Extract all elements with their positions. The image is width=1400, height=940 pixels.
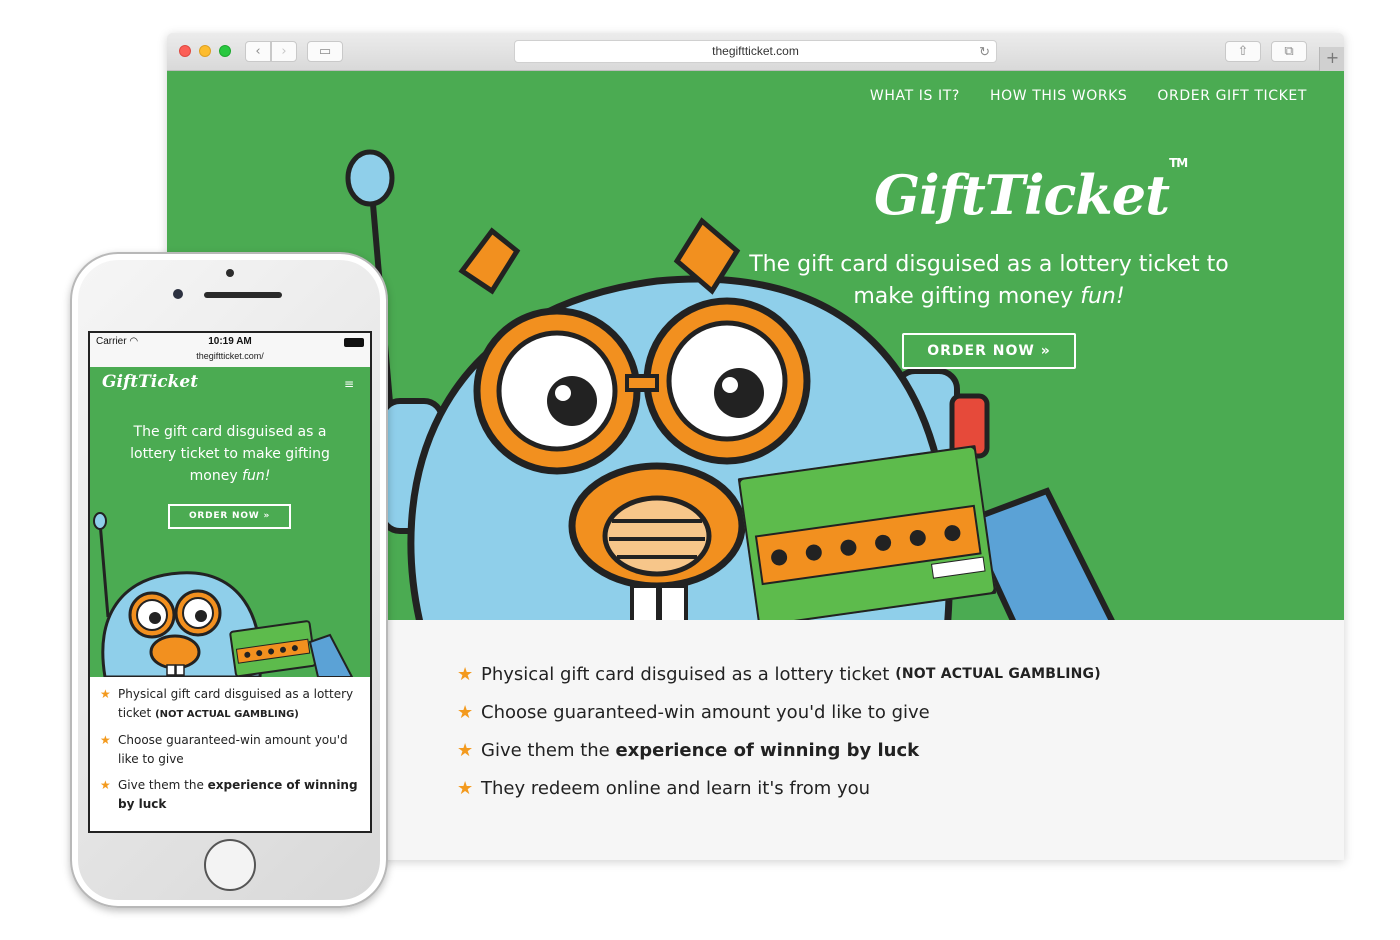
star-icon: ★	[457, 663, 474, 685]
zoom-window-button[interactable]	[219, 45, 231, 57]
hamburger-menu-icon[interactable]: ≡	[344, 377, 354, 391]
mobile-feature-disclaimer: (NOT ACTUAL GAMBLING)	[155, 709, 299, 720]
brand-logo: GiftTicketTM	[874, 156, 1188, 227]
home-button[interactable]	[204, 839, 256, 891]
phone-screen: Carrier ◠ 10:19 AM thegiftticket.com/ Gi…	[88, 331, 372, 833]
feature-item: ★ Physical gift card disguised as a lott…	[457, 655, 1101, 693]
sensor-dot	[226, 269, 234, 277]
tabs-icon: ⧉	[1284, 44, 1294, 59]
star-icon: ★	[100, 733, 111, 747]
mobile-robot-illustration	[93, 512, 354, 677]
tagline-emphasis: fun!	[1080, 284, 1125, 309]
mobile-feature-text: Choose guaranteed-win amount you'd like …	[118, 733, 348, 766]
sidebar-icon: ▭	[318, 44, 332, 59]
nav-how-this-works[interactable]: HOW THIS WORKS	[990, 88, 1127, 104]
earpiece-speaker	[204, 292, 282, 298]
feature-text: Choose guaranteed-win amount you'd like …	[481, 701, 930, 723]
top-navigation: WHAT IS IT? HOW THIS WORKS ORDER GIFT TI…	[870, 88, 1307, 104]
share-button[interactable]: ⇧	[1225, 41, 1261, 62]
forward-button[interactable]: ›	[271, 41, 297, 62]
chevron-left-icon: ‹	[255, 44, 261, 59]
url-text: thegiftticket.com	[712, 44, 799, 58]
feature-item: ★ Give them the experience of winning by…	[457, 731, 1101, 769]
feature-text-lead: Give them the	[481, 739, 616, 761]
nav-what-is-it[interactable]: WHAT IS IT?	[870, 88, 960, 104]
status-bar: Carrier ◠ 10:19 AM thegiftticket.com/	[90, 333, 370, 367]
feature-text: They redeem online and learn it's from y…	[481, 777, 871, 799]
mobile-feature-text: Give them the experience of winning by l…	[118, 776, 360, 814]
mobile-feature-item: ★ Give them the experience of winning by…	[100, 776, 360, 814]
minimize-window-button[interactable]	[199, 45, 211, 57]
mobile-feature-item: ★ Choose guaranteed-win amount you'd lik…	[100, 731, 360, 769]
share-icon: ⇧	[1237, 44, 1249, 59]
sidebar-toggle-button[interactable]: ▭	[307, 41, 343, 62]
mobile-tagline-line1: The gift card disguised as a	[133, 424, 327, 440]
new-tab-button[interactable]: +	[1319, 47, 1344, 71]
status-time: 10:19 AM	[208, 336, 252, 347]
plus-icon: +	[1325, 48, 1340, 67]
mobile-tagline: The gift card disguised as a lottery tic…	[90, 421, 370, 487]
tagline-text: The gift card disguised as a lottery tic…	[749, 252, 1229, 309]
mobile-feature-text: Physical gift card disguised as a lotter…	[118, 685, 360, 724]
browser-toolbar: ‹ › ▭ thegiftticket.com ↻ ⇧ ⧉ +	[167, 33, 1344, 71]
feature-list: ★ Physical gift card disguised as a lott…	[457, 655, 1101, 807]
mobile-tagline-line3: money	[189, 468, 243, 484]
back-button[interactable]: ‹	[245, 41, 271, 62]
battery-icon	[344, 338, 364, 347]
mobile-tagline-line2: lottery ticket to make gifting	[130, 446, 330, 462]
star-icon: ★	[457, 777, 474, 799]
order-now-button[interactable]: ORDER NOW »	[902, 333, 1076, 369]
mobile-hero: GiftTicket ≡ The gift card disguised as …	[90, 367, 370, 677]
feature-item: ★ They redeem online and learn it's from…	[457, 769, 1101, 807]
mobile-url[interactable]: thegiftticket.com/	[90, 351, 370, 361]
mobile-feature-item: ★ Physical gift card disguised as a lott…	[100, 685, 360, 724]
tab-overview-button[interactable]: ⧉	[1271, 41, 1307, 62]
mobile-feature-text-lead: Give them the	[118, 778, 208, 792]
reload-icon[interactable]: ↻	[979, 41, 990, 62]
hero-tagline: The gift card disguised as a lottery tic…	[729, 249, 1249, 313]
star-icon: ★	[100, 687, 111, 701]
feature-text: Give them the experience of winning by l…	[481, 740, 919, 761]
brand-name: GiftTicket	[874, 163, 1170, 227]
star-icon: ★	[457, 739, 474, 761]
star-icon: ★	[100, 778, 111, 792]
chevron-right-icon: ›	[281, 44, 287, 59]
address-bar[interactable]: thegiftticket.com ↻	[514, 40, 997, 63]
trademark-mark: TM	[1169, 156, 1188, 170]
front-camera	[173, 289, 183, 299]
phone-device: Carrier ◠ 10:19 AM thegiftticket.com/ Gi…	[70, 252, 388, 908]
mobile-feature-list: ★ Physical gift card disguised as a lott…	[100, 685, 360, 821]
feature-text: Physical gift card disguised as a lotter…	[481, 663, 890, 685]
mobile-brand-logo[interactable]: GiftTicket	[102, 372, 198, 392]
mobile-tagline-emphasis: fun!	[242, 468, 271, 484]
close-window-button[interactable]	[179, 45, 191, 57]
feature-text-bold: experience of winning by luck	[615, 739, 920, 761]
nav-order-gift-ticket[interactable]: ORDER GIFT TICKET	[1157, 88, 1307, 104]
feature-item: ★ Choose guaranteed-win amount you'd lik…	[457, 693, 1101, 731]
star-icon: ★	[457, 701, 474, 723]
feature-disclaimer: (NOT ACTUAL GAMBLING)	[895, 666, 1101, 682]
